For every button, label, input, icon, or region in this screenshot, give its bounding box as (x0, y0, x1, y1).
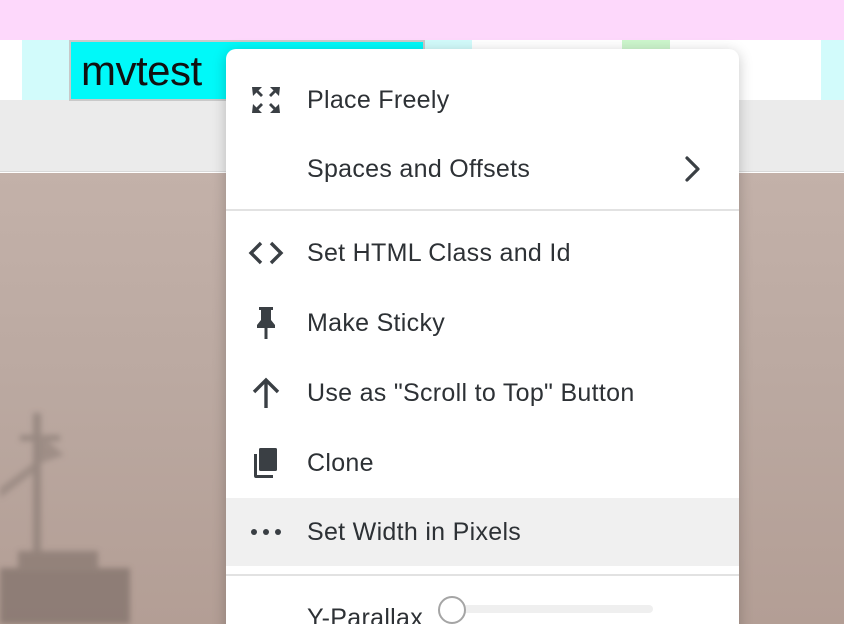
menu-item-place-freely[interactable]: Place Freely (226, 66, 739, 134)
menu-divider (226, 209, 739, 211)
menu-item-label: Spaces and Offsets (307, 155, 531, 183)
menu-item-scroll-to-top[interactable]: Use as "Scroll to Top" Button (226, 359, 739, 427)
menu-item-label: Make Sticky (307, 309, 446, 337)
menu-item-label: Set HTML Class and Id (307, 239, 571, 267)
chevron-right-icon (685, 156, 700, 182)
copy-icon (254, 448, 277, 478)
top-section-band (0, 0, 844, 40)
y-parallax-slider-track[interactable] (450, 605, 653, 613)
menu-item-y-parallax: Y-Parallax (226, 582, 739, 624)
column-guide (22, 40, 70, 100)
menu-divider (226, 574, 739, 576)
menu-item-clone[interactable]: Clone (226, 429, 739, 497)
column-guide (821, 40, 844, 100)
menu-item-label: Clone (307, 449, 374, 477)
menu-item-spaces-and-offsets[interactable]: Spaces and Offsets (226, 135, 739, 203)
menu-item-label: Set Width in Pixels (307, 518, 522, 546)
menu-item-label: Place Freely (307, 86, 450, 114)
arrow-up-icon (252, 377, 280, 408)
menu-item-make-sticky[interactable]: Make Sticky (226, 289, 739, 357)
expand-arrows-icon (252, 87, 280, 113)
menu-item-label: Use as "Scroll to Top" Button (307, 379, 635, 407)
menu-item-set-width-in-pixels[interactable]: Set Width in Pixels (226, 498, 739, 566)
y-parallax-slider-handle[interactable] (438, 596, 466, 624)
text-block-content: mvtest (81, 47, 202, 94)
menu-item-set-html-class-and-id[interactable]: Set HTML Class and Id (226, 219, 739, 287)
ellipsis-icon (251, 529, 281, 535)
pin-icon (257, 307, 275, 339)
code-icon (248, 241, 284, 265)
menu-item-label: Y-Parallax (307, 604, 424, 624)
context-menu: Place Freely Spaces and Offsets Set HTML… (226, 49, 739, 624)
